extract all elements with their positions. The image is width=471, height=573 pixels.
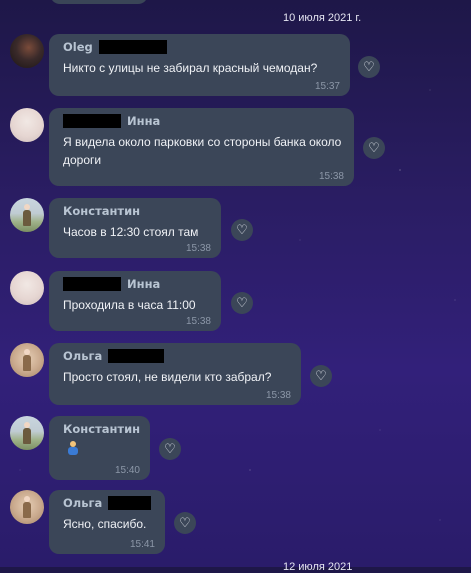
- avatar[interactable]: [10, 343, 44, 377]
- message-time: 15:37: [314, 81, 340, 92]
- redacted-name: [63, 277, 121, 291]
- heart-icon[interactable]: ♡: [363, 137, 385, 159]
- message-bubble[interactable]: Ольга Просто стоял, не видели кто забрал…: [49, 343, 301, 405]
- message-time: 15:41: [129, 539, 155, 550]
- message-item: Ольга Просто стоял, не видели кто забрал…: [0, 343, 471, 407]
- previous-message-bubble: [50, 0, 148, 4]
- heart-icon[interactable]: ♡: [174, 512, 196, 534]
- message-item: Инна Я видела около парковки со стороны …: [0, 108, 471, 188]
- heart-icon[interactable]: ♡: [231, 292, 253, 314]
- avatar[interactable]: [10, 198, 44, 232]
- avatar[interactable]: [10, 108, 44, 142]
- author-name[interactable]: Oleg: [63, 40, 336, 54]
- message-item: Константин Часов в 12:30 стоял там 15:38…: [0, 198, 471, 260]
- message-bubble[interactable]: Константин Часов в 12:30 стоял там 15:38: [49, 198, 221, 258]
- date-separator: 12 июля 2021: [283, 561, 353, 573]
- avatar[interactable]: [10, 490, 44, 524]
- message-bubble[interactable]: Oleg Никто с улицы не забирал красный че…: [49, 34, 350, 96]
- message-time: 15:38: [265, 390, 291, 401]
- heart-icon[interactable]: ♡: [358, 56, 380, 78]
- author-name[interactable]: Константин: [63, 422, 140, 436]
- redacted-surname: [98, 40, 167, 54]
- avatar[interactable]: [10, 34, 44, 68]
- author-name[interactable]: Ольга: [63, 349, 287, 363]
- message-time: 15:38: [185, 316, 211, 327]
- author-name[interactable]: Константин: [63, 204, 207, 218]
- message-text: 🤷: [63, 441, 136, 460]
- message-bubble[interactable]: Ольга Ясно, спасибо. 15:41: [49, 490, 165, 554]
- avatar[interactable]: [10, 271, 44, 305]
- redacted-surname: [108, 349, 165, 363]
- heart-icon[interactable]: ♡: [231, 219, 253, 241]
- message-item: Константин 🤷 15:40 ♡: [0, 416, 471, 482]
- message-text: Просто стоял, не видели кто забрал?: [63, 370, 272, 384]
- message-item: Инна Проходила в часа 11:00 15:38 ♡: [0, 271, 471, 333]
- message-text: Проходила в часа 11:00: [63, 298, 196, 312]
- message-time: 15:40: [114, 465, 140, 476]
- message-text: Никто с улицы не забирал красный чемодан…: [63, 61, 318, 75]
- message-text: Ясно, спасибо.: [63, 517, 147, 531]
- message-text: Я видела около парковки со стороны банка…: [63, 135, 342, 167]
- redacted-surname: [108, 496, 151, 510]
- message-item: Oleg Никто с улицы не забирал красный че…: [0, 34, 471, 100]
- message-bubble[interactable]: Инна Я видела около парковки со стороны …: [49, 108, 354, 186]
- shrug-icon: [66, 441, 80, 455]
- author-name[interactable]: Инна: [63, 277, 207, 291]
- message-item: Ольга Ясно, спасибо. 15:41 ♡: [0, 490, 471, 556]
- message-time: 15:38: [318, 171, 344, 182]
- heart-icon[interactable]: ♡: [159, 438, 181, 460]
- heart-icon[interactable]: ♡: [310, 365, 332, 387]
- author-name[interactable]: Ольга: [63, 496, 151, 510]
- author-name[interactable]: Инна: [63, 114, 340, 128]
- message-bubble[interactable]: Константин 🤷 15:40: [49, 416, 150, 480]
- avatar[interactable]: [10, 416, 44, 450]
- redacted-name: [63, 114, 121, 128]
- message-text: Часов в 12:30 стоял там: [63, 225, 199, 239]
- date-separator: 10 июля 2021 г.: [283, 12, 362, 24]
- message-time: 15:38: [185, 243, 211, 254]
- message-bubble[interactable]: Инна Проходила в часа 11:00 15:38: [49, 271, 221, 331]
